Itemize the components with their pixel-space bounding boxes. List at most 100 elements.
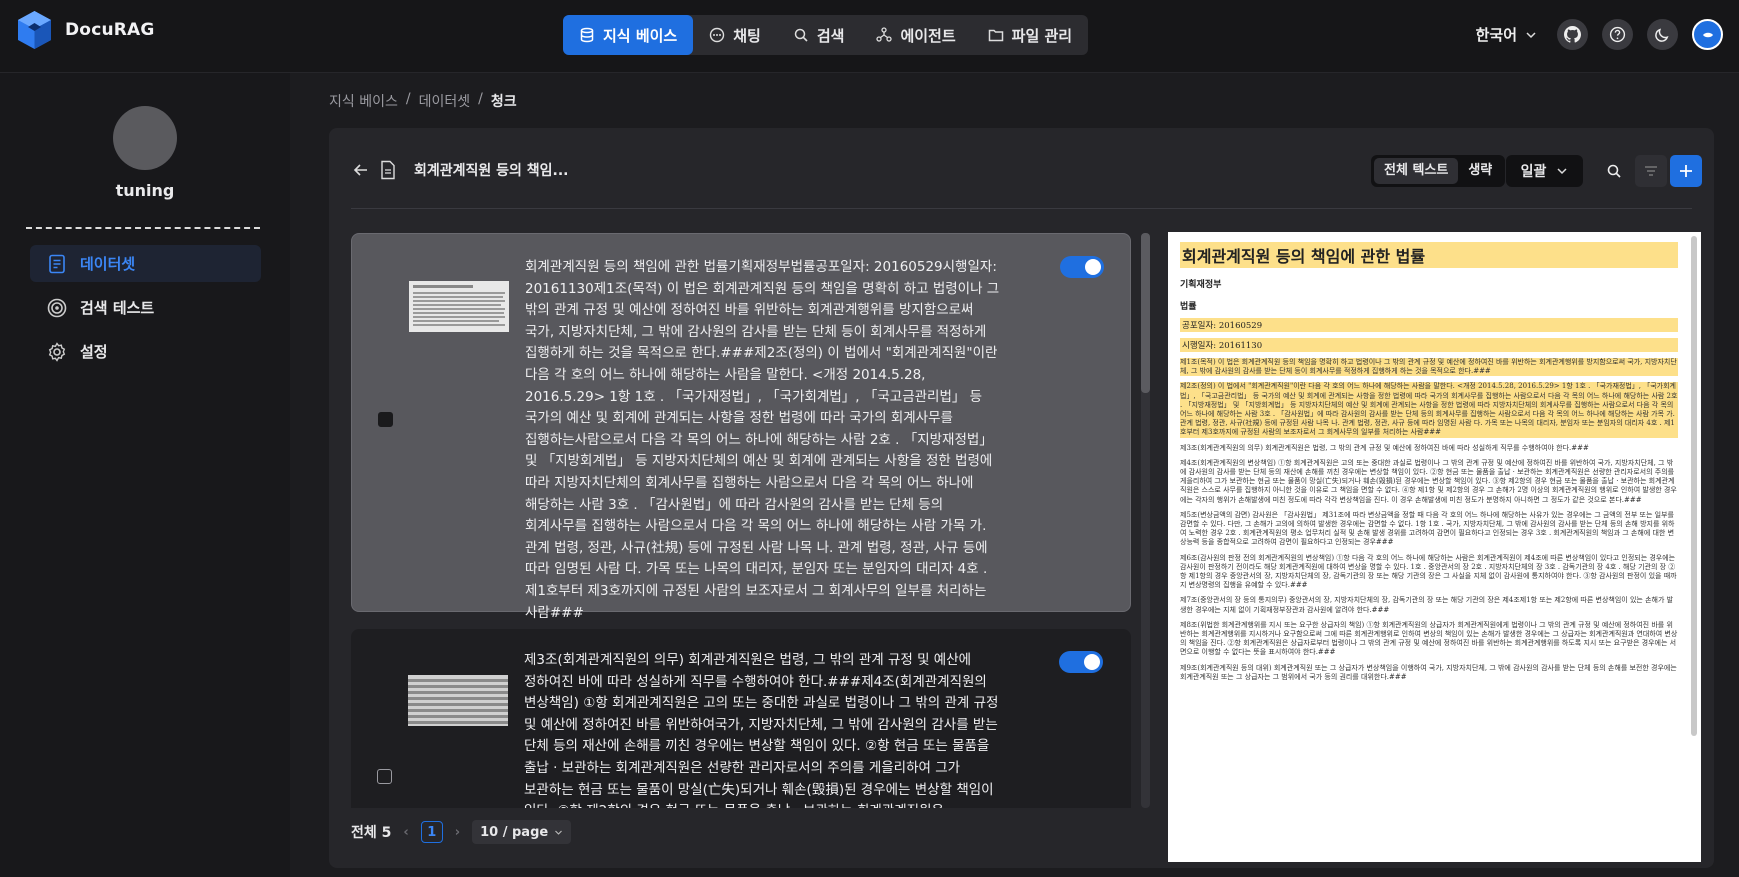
header-tools: 한국어 (1476, 19, 1723, 50)
moon-icon (1655, 28, 1669, 42)
next-page-icon[interactable]: › (455, 825, 460, 840)
chunk-enable-toggle[interactable] (1059, 651, 1103, 673)
breadcrumb-separator: / (405, 91, 411, 107)
sidebar: tuning 데이터셋 검색 테스트 설정 (0, 73, 290, 877)
back-arrow-icon[interactable] (351, 160, 371, 180)
chevron-down-icon (1557, 168, 1567, 175)
filter-icon (1645, 166, 1657, 176)
dataset-name: tuning (115, 181, 175, 200)
chevron-down-icon (555, 830, 563, 835)
nav-agent[interactable]: 에이전트 (860, 15, 971, 55)
sidebar-divider (26, 227, 260, 229)
breadcrumb-separator: / (478, 91, 483, 107)
preview-promulgation: 공포일자: 20160529 (1180, 318, 1678, 332)
nav-label: 채팅 (733, 26, 761, 45)
breadcrumb-knowledge-base[interactable]: 지식 베이스 (329, 91, 398, 111)
preview-kind: 법률 (1180, 302, 1197, 312)
sidebar-item-settings[interactable]: 설정 (30, 333, 261, 370)
preview-enforcement: 시행일자: 20161130 (1180, 338, 1678, 352)
chunk-content: 제3조(회계관계직원의 의무) 회계관계직원은 법령, 그 밖의 관계 규정 및… (524, 652, 999, 808)
nav-search[interactable]: 검색 (777, 15, 861, 55)
chat-icon (710, 27, 725, 43)
search-button[interactable] (1598, 155, 1630, 187)
preview-title: 회계관계직원 등의 책임에 관한 법률 (1180, 242, 1678, 268)
nav-label: 검색 (816, 26, 845, 45)
page-size-label: 10 / page (480, 824, 549, 840)
main-nav: 지식 베이스 채팅 검색 에이전트 파일 관리 (563, 15, 1089, 55)
breadcrumb-dataset[interactable]: 데이터셋 (419, 91, 471, 111)
preview-paragraph: 제2조(정의) 이 법에서 "회계관계직원"이란 다음 각 호의 어느 하나에 … (1180, 382, 1678, 438)
preview-paragraph: 제7조(중앙관서의 장 등의 통지의무) 중앙관서의 장, 지방자치단체의 장,… (1180, 596, 1674, 614)
filter-button[interactable] (1635, 155, 1667, 187)
folder-icon (988, 29, 1003, 42)
database-icon (580, 27, 594, 43)
chunk-checkbox[interactable] (377, 769, 392, 784)
bulk-action-dropdown[interactable]: 일괄 (1506, 155, 1583, 187)
chevron-down-icon (1526, 31, 1536, 38)
nav-knowledge-base[interactable]: 지식 베이스 (563, 15, 694, 55)
plus-icon (1680, 165, 1692, 177)
bulk-label: 일괄 (1520, 164, 1547, 180)
header-divider (351, 208, 1692, 209)
chunk-checkbox[interactable] (378, 412, 393, 427)
panel-header: 회계관계직원 등의 책임... 전체 텍스트 생략 일괄 (351, 150, 1702, 190)
chunk-enable-toggle[interactable] (1060, 256, 1104, 278)
preview-page: 회계관계직원 등의 책임에 관한 법률 기획재정부 법률 공포일자: 20160… (1180, 242, 1678, 857)
chunk-panel: 회계관계직원 등의 책임... 전체 텍스트 생략 일괄 회계관계직원 등의 책… (329, 128, 1714, 868)
preview-paragraph: 제6조(감사원의 판정 전의 회계관계직원의 변상책임) ①항 다음 각 호의 … (1180, 553, 1677, 590)
chunk-thumbnail (409, 281, 509, 332)
search-icon (1607, 164, 1621, 178)
prev-page-icon[interactable]: ‹ (403, 825, 408, 840)
nav-file-management[interactable]: 파일 관리 (972, 15, 1088, 55)
preview-paragraph: 제3조(회계관계직원의 의무) 회계관계직원은 법령, 그 밖의 관계 규정 및… (1180, 443, 1589, 452)
preview-paragraph: 제9조(회계관계직원 등의 대위) 회계관계직원 또는 그 상급자가 변상책임을… (1180, 663, 1677, 681)
nav-chat[interactable]: 채팅 (693, 15, 777, 55)
total-count: 전체 5 (351, 825, 392, 841)
chunk-thumbnail (408, 675, 508, 726)
document-preview: 회계관계직원 등의 책임에 관한 법률 기획재정부 법률 공포일자: 20160… (1168, 232, 1701, 862)
breadcrumb: 지식 베이스 / 데이터셋 / 청크 (329, 91, 517, 111)
chunk-card[interactable]: 회계관계직원 등의 책임에 관한 법률기획재정부법률공포일자: 20160529… (351, 233, 1131, 621)
page-number-button[interactable]: 1 (420, 821, 443, 843)
chunk-content: 회계관계직원 등의 책임에 관한 법률기획재정부법률공포일자: 20160529… (525, 259, 1000, 621)
github-icon (1564, 26, 1581, 43)
page-size-select[interactable]: 10 / page (472, 820, 572, 844)
document-title: 회계관계직원 등의 책임... (414, 163, 569, 179)
add-chunk-button[interactable] (1670, 155, 1702, 187)
search-icon (794, 28, 808, 42)
help-icon (1609, 26, 1626, 43)
user-avatar-icon (1702, 32, 1713, 37)
top-bar: DocuRAG 지식 베이스 채팅 검색 에이전트 파일 관리 한국어 (0, 0, 1739, 73)
language-select[interactable]: 한국어 (1476, 24, 1537, 45)
document-icon (49, 254, 65, 273)
sidebar-item-search-test[interactable]: 검색 테스트 (30, 289, 261, 326)
help-button[interactable] (1602, 19, 1633, 50)
nav-label: 지식 베이스 (603, 26, 678, 45)
view-ellipsis[interactable]: 생략 (1458, 158, 1502, 184)
theme-toggle-button[interactable] (1647, 19, 1678, 50)
file-icon (381, 160, 395, 180)
agent-icon (876, 27, 893, 42)
chunk-list-scroll-thumb[interactable] (1141, 233, 1150, 393)
preview-paragraph: 제8조(위법한 회계관계행위를 지시 또는 요구한 상급자의 책임) ①항 회계… (1180, 620, 1678, 657)
chunk-card[interactable]: 제3조(회계관계직원의 의무) 회계관계직원은 법령, 그 밖의 관계 규정 및… (351, 629, 1131, 808)
user-avatar-button[interactable] (1692, 19, 1723, 50)
nav-label: 에이전트 (900, 26, 956, 45)
breadcrumb-current: 청크 (490, 94, 517, 110)
sidebar-item-dataset[interactable]: 데이터셋 (30, 245, 261, 282)
preview-ministry: 기획재정부 (1180, 280, 1222, 290)
sidebar-item-label: 설정 (80, 343, 108, 361)
preview-paragraph: 제4조(회계관계직원의 변상책임) ①항 회계관계직원은 고의 또는 중대한 과… (1180, 458, 1677, 504)
preview-scrollbar[interactable] (1691, 236, 1697, 736)
preview-paragraph: 제5조(변상금액의 감면) 감사원은 「감사원법」 제31조에 따라 변상금액을… (1180, 510, 1675, 547)
sidebar-item-label: 검색 테스트 (80, 299, 155, 317)
view-full-text[interactable]: 전체 텍스트 (1374, 158, 1459, 184)
logo-cube-icon (18, 11, 51, 49)
chunk-list: 회계관계직원 등의 책임에 관한 법률기획재정부법률공포일자: 20160529… (351, 233, 1131, 808)
nav-label: 파일 관리 (1011, 26, 1073, 45)
github-button[interactable] (1557, 19, 1588, 50)
preview-paragraph: 제1조(목적) 이 법은 회계관계직원 등의 책임을 명확히 하고 법령이나 그… (1180, 358, 1678, 377)
app-name: DocuRAG (65, 20, 155, 40)
pagination: 전체 5 ‹ 1 › 10 / page (351, 820, 572, 844)
app-logo[interactable]: DocuRAG (16, 9, 155, 51)
